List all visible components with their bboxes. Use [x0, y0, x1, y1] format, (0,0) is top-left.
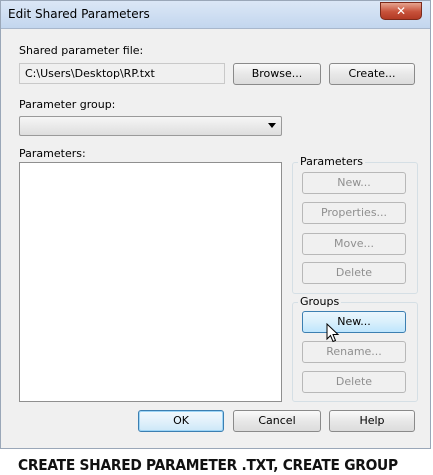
- title-bar[interactable]: Edit Shared Parameters ✕: [1, 1, 430, 29]
- create-button[interactable]: Create...: [329, 63, 415, 85]
- parameter-group-dropdown[interactable]: [19, 116, 282, 136]
- parameter-new-button[interactable]: New...: [302, 172, 406, 194]
- chevron-down-icon: [268, 123, 276, 128]
- cancel-button[interactable]: Cancel: [233, 410, 321, 432]
- parameters-groupbox-caption: Parameters: [298, 155, 365, 168]
- groups-groupbox-caption: Groups: [298, 295, 342, 308]
- window-title: Edit Shared Parameters: [8, 7, 150, 21]
- parameter-group-label: Parameter group:: [19, 98, 116, 111]
- group-new-button[interactable]: New...: [302, 311, 406, 333]
- parameters-listbox[interactable]: [19, 162, 282, 402]
- group-rename-button[interactable]: Rename...: [302, 341, 406, 363]
- ok-button[interactable]: OK: [138, 410, 224, 432]
- help-button[interactable]: Help: [329, 410, 415, 432]
- edit-shared-parameters-dialog: Edit Shared Parameters ✕ Shared paramete…: [0, 0, 431, 449]
- close-button[interactable]: ✕: [380, 2, 422, 20]
- parameter-move-button[interactable]: Move...: [302, 233, 406, 255]
- shared-parameter-file-path: C:\Users\Desktop\RP.txt: [19, 63, 225, 84]
- mouse-pointer-icon: [326, 323, 340, 343]
- shared-parameter-file-label: Shared parameter file:: [19, 44, 144, 57]
- screenshot-caption: CREATE SHARED PARAMETER .TXT, CREATE GRO…: [18, 456, 398, 474]
- browse-button[interactable]: Browse...: [233, 63, 321, 85]
- group-delete-button[interactable]: Delete: [302, 371, 406, 393]
- parameters-list-label: Parameters:: [19, 147, 86, 160]
- parameter-delete-button[interactable]: Delete: [302, 262, 406, 284]
- parameter-properties-button[interactable]: Properties...: [302, 202, 406, 224]
